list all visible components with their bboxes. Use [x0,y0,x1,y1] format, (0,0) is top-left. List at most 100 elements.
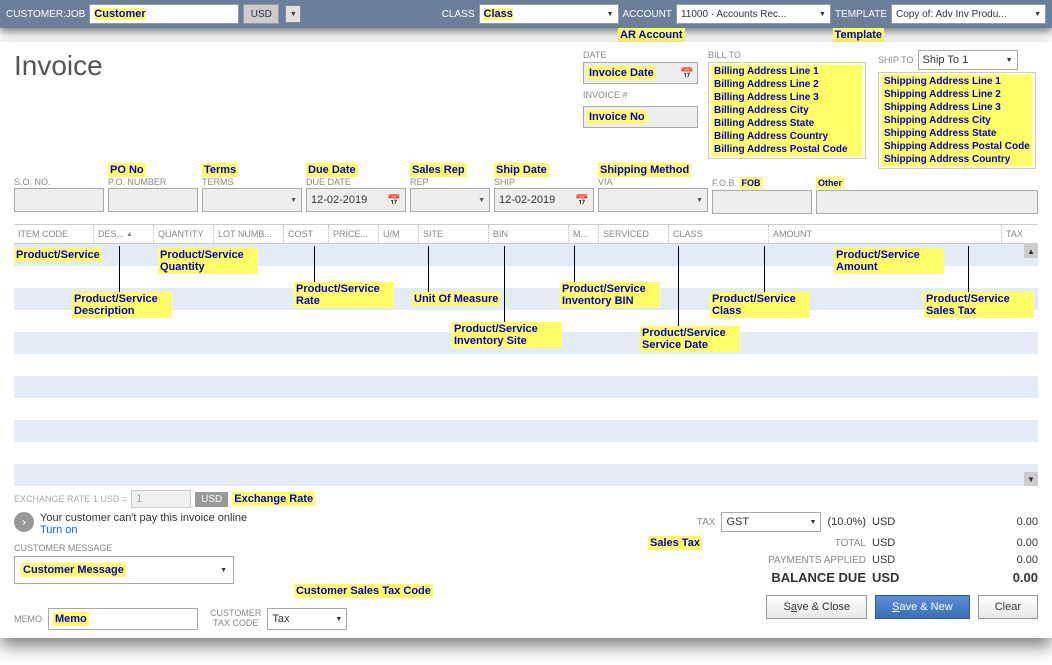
rep-annot: Sales Rep [410,163,467,177]
billto-line: Billing Address City [712,104,862,117]
bal-cur: USD [872,570,912,585]
class-field[interactable]: Class ▼ [479,4,619,24]
class-label: CLASS [442,9,475,20]
shipto-line: Shipping Address Line 3 [882,101,1032,114]
billto-line: Billing Address Line 2 [712,78,862,91]
table-row[interactable] [14,420,1038,442]
exchange-annot: Exchange Rate [232,492,315,506]
account-field[interactable]: 11000 · Accounts Rec... ▼ [676,4,831,24]
scroll-up[interactable]: ▲ [1024,244,1038,258]
cust-msg-label: CUSTOMER MESSAGE [14,543,112,553]
terms-input[interactable]: ▼ [202,188,302,212]
shipto-line: Shipping Address City [882,114,1032,127]
ship-input[interactable]: 12-02-2019📅 [494,188,594,212]
tax-label: TAX [675,517,715,528]
col-class[interactable]: CLASS [669,225,769,243]
template-field[interactable]: Copy of: Adv Inv Produ... ▼ [891,4,1046,24]
memo-input[interactable]: Memo [48,608,198,630]
clear-button[interactable]: Clear [978,595,1038,619]
po-input[interactable] [108,188,198,212]
invoice-no-input[interactable]: Invoice No [583,106,698,128]
scroll-down[interactable]: ▼ [1024,472,1038,486]
rep-label: REP [410,177,490,187]
due-input[interactable]: 12-02-2019📅 [306,188,406,212]
customer-field[interactable]: Customer [89,4,239,24]
template-annot: Template [833,28,884,42]
exchange-input[interactable]: 1 [131,490,191,508]
billto-line: Billing Address Line 1 [712,65,862,78]
billto-box[interactable]: Billing Address Line 1Billing Address Li… [708,62,866,159]
shipto-line: Shipping Address Line 1 [882,75,1032,88]
annot-uom: Unit Of Measure [412,292,500,306]
col-bin[interactable]: BIN [489,225,569,243]
col-um[interactable]: U/M [379,225,419,243]
table-header: ITEM CODE DES...▲ QUANTITY LOT NUMB... C… [14,224,1038,244]
calendar-icon[interactable]: 📅 [680,67,694,80]
col-item[interactable]: ITEM CODE [14,225,94,243]
terms-label: TERMS [202,177,302,187]
col-m[interactable]: M... [569,225,599,243]
via-input[interactable]: ▼ [598,188,708,212]
col-serviced[interactable]: SERVICED [599,225,669,243]
fob-input[interactable] [712,190,812,214]
pay-label: PAYMENTS APPLIED [746,555,866,566]
other-annot: Other [816,177,844,189]
fob-label: F.O.B. FOB [712,177,812,189]
table-row[interactable] [14,398,1038,420]
table-row[interactable] [14,376,1038,398]
ship-annot: Ship Date [494,163,549,177]
col-desc[interactable]: DES...▲ [94,225,154,243]
col-cost[interactable]: COST [284,225,329,243]
col-lot[interactable]: LOT NUMB... [214,225,284,243]
annot-item: Product/Service [14,248,102,262]
turn-on-link[interactable]: Turn on [40,524,247,536]
col-qty[interactable]: QUANTITY [154,225,214,243]
bal-amt: 0.00 [918,570,1038,585]
exchange-label: EXCHANGE RATE 1 USD = [14,494,127,504]
ctc-select[interactable]: Tax▼ [267,608,347,630]
via-annot: Shipping Method [598,163,691,177]
shipto-box[interactable]: Shipping Address Line 1 Shipping Address … [878,72,1036,169]
invoice-date-input[interactable]: Invoice Date 📅 [583,62,698,84]
calendar-icon[interactable]: 📅 [575,194,589,207]
currency-dd[interactable]: ▼ [285,5,301,23]
save-new-button[interactable]: Save & New [875,595,970,619]
table-row[interactable] [14,354,1038,376]
customer-label: CUSTOMER:JOB [6,9,85,20]
page-title: Invoice [14,50,583,82]
annot-desc: Product/Service Description [72,292,172,318]
bal-label: BALANCE DUE [746,570,866,585]
table-row[interactable] [14,464,1038,486]
annot-class: Product/Service Class [710,292,810,318]
col-price[interactable]: PRICE... [329,225,379,243]
total-label: TOTAL [746,538,866,549]
calendar-icon[interactable]: 📅 [387,194,401,207]
shipto-line: Shipping Address Country [882,153,1032,166]
tax-select[interactable]: GST▼ [721,512,821,532]
tax-cur: USD [872,516,912,528]
exchange-usd-btn[interactable]: USD [195,492,228,507]
cust-msg-select[interactable]: Customer Message ▼ [14,556,234,584]
table-row[interactable] [14,442,1038,464]
shipto-select[interactable]: Ship To 1▼ [918,50,1018,70]
so-input[interactable] [14,188,104,212]
invoice-main: Invoice DATE Invoice Date 📅 INVOICE # In… [0,42,1052,638]
pay-cur: USD [872,554,912,566]
date-label: DATE [583,50,698,60]
billto-line: Billing Address Line 3 [712,91,862,104]
other-input[interactable] [816,190,1038,214]
invno-label: INVOICE # [583,90,698,100]
annot-qty: Product/Service Quantity [158,248,258,274]
account-label: ACCOUNT [623,9,672,20]
terms-annot: Terms [202,163,238,177]
po-annot: PO No [108,163,146,177]
rep-input[interactable]: ▼ [410,188,490,212]
table-body[interactable]: ▲ ▼ Product/Service Product/Service Quan… [14,244,1038,486]
save-close-button[interactable]: Save & Close [766,595,867,619]
col-site[interactable]: SITE [419,225,489,243]
so-label: S.O. NO. [14,177,104,187]
col-tax[interactable]: TAX [1002,225,1038,243]
annot-amount: Product/Service Amount [834,248,944,274]
col-amount[interactable]: AMOUNT [769,225,1002,243]
currency-field[interactable]: USD [243,4,279,24]
